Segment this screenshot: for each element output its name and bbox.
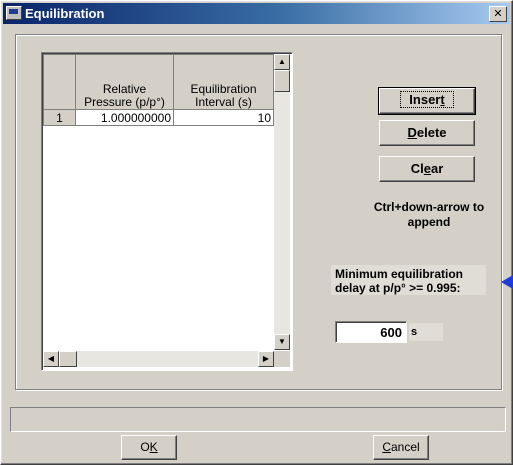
- app-icon: [6, 6, 22, 20]
- table-row[interactable]: 1 1.000000000 10: [43, 109, 274, 126]
- cancel-button[interactable]: Cancel: [373, 435, 429, 460]
- title-bar[interactable]: Equilibration ✕: [3, 3, 510, 24]
- scroll-up-icon[interactable]: ▲: [274, 54, 290, 70]
- delete-button[interactable]: Delete: [379, 120, 475, 146]
- cancel-button-label: Cancel: [382, 440, 420, 454]
- mnemonic-letter: D: [407, 125, 417, 140]
- row-header-corner: [43, 54, 76, 110]
- equilibration-dialog: Equilibration ✕ Relative Pressure (p/p°)…: [0, 0, 513, 465]
- vertical-scroll-thumb[interactable]: [274, 70, 290, 92]
- pressure-grid: Relative Pressure (p/p°) Equilibration I…: [43, 54, 274, 126]
- clear-button[interactable]: Clear: [379, 156, 475, 182]
- scroll-down-icon[interactable]: ▼: [274, 334, 290, 350]
- ok-button-label: OK: [140, 440, 158, 454]
- row-number[interactable]: 1: [43, 109, 76, 126]
- min-delay-label: Minimum equilibration delay at p/p° >= 0…: [331, 265, 486, 295]
- mnemonic-letter: e: [423, 161, 431, 176]
- vertical-scrollbar[interactable]: ▲ ▼: [274, 54, 290, 350]
- interval-cell[interactable]: 10: [173, 109, 274, 126]
- insert-button-label: Insert: [400, 91, 454, 108]
- scroll-right-icon[interactable]: ▶: [258, 351, 274, 367]
- mnemonic-letter: C: [382, 440, 391, 454]
- window-title: Equilibration: [25, 6, 105, 21]
- delete-button-label: Delete: [407, 125, 447, 140]
- status-bar: [10, 407, 506, 432]
- min-delay-input[interactable]: 600: [335, 321, 407, 343]
- horizontal-scrollbar[interactable]: ◀ ▶: [43, 351, 274, 367]
- column-header-interval[interactable]: Equilibration Interval (s): [173, 54, 274, 110]
- mnemonic-letter: K: [149, 440, 158, 454]
- mnemonic-letter: t: [440, 92, 445, 107]
- column-header-pressure[interactable]: Relative Pressure (p/p°): [75, 54, 174, 110]
- pressure-table[interactable]: Relative Pressure (p/p°) Equilibration I…: [41, 52, 293, 371]
- ok-button[interactable]: OK: [121, 435, 177, 460]
- table-header-row: Relative Pressure (p/p°) Equilibration I…: [43, 54, 274, 110]
- scroll-left-icon[interactable]: ◀: [43, 351, 59, 367]
- clear-button-label: Clear: [410, 161, 444, 176]
- left-arrow-icon: [501, 275, 513, 289]
- close-button[interactable]: ✕: [489, 6, 507, 22]
- seconds-unit-label: s: [409, 323, 443, 341]
- scroll-corner: [274, 351, 290, 367]
- pressure-cell[interactable]: 1.000000000: [75, 109, 174, 126]
- append-hint: Ctrl+down-arrow to append: [373, 200, 485, 232]
- horizontal-scroll-thumb[interactable]: [59, 351, 77, 367]
- insert-button[interactable]: Insert: [378, 87, 476, 115]
